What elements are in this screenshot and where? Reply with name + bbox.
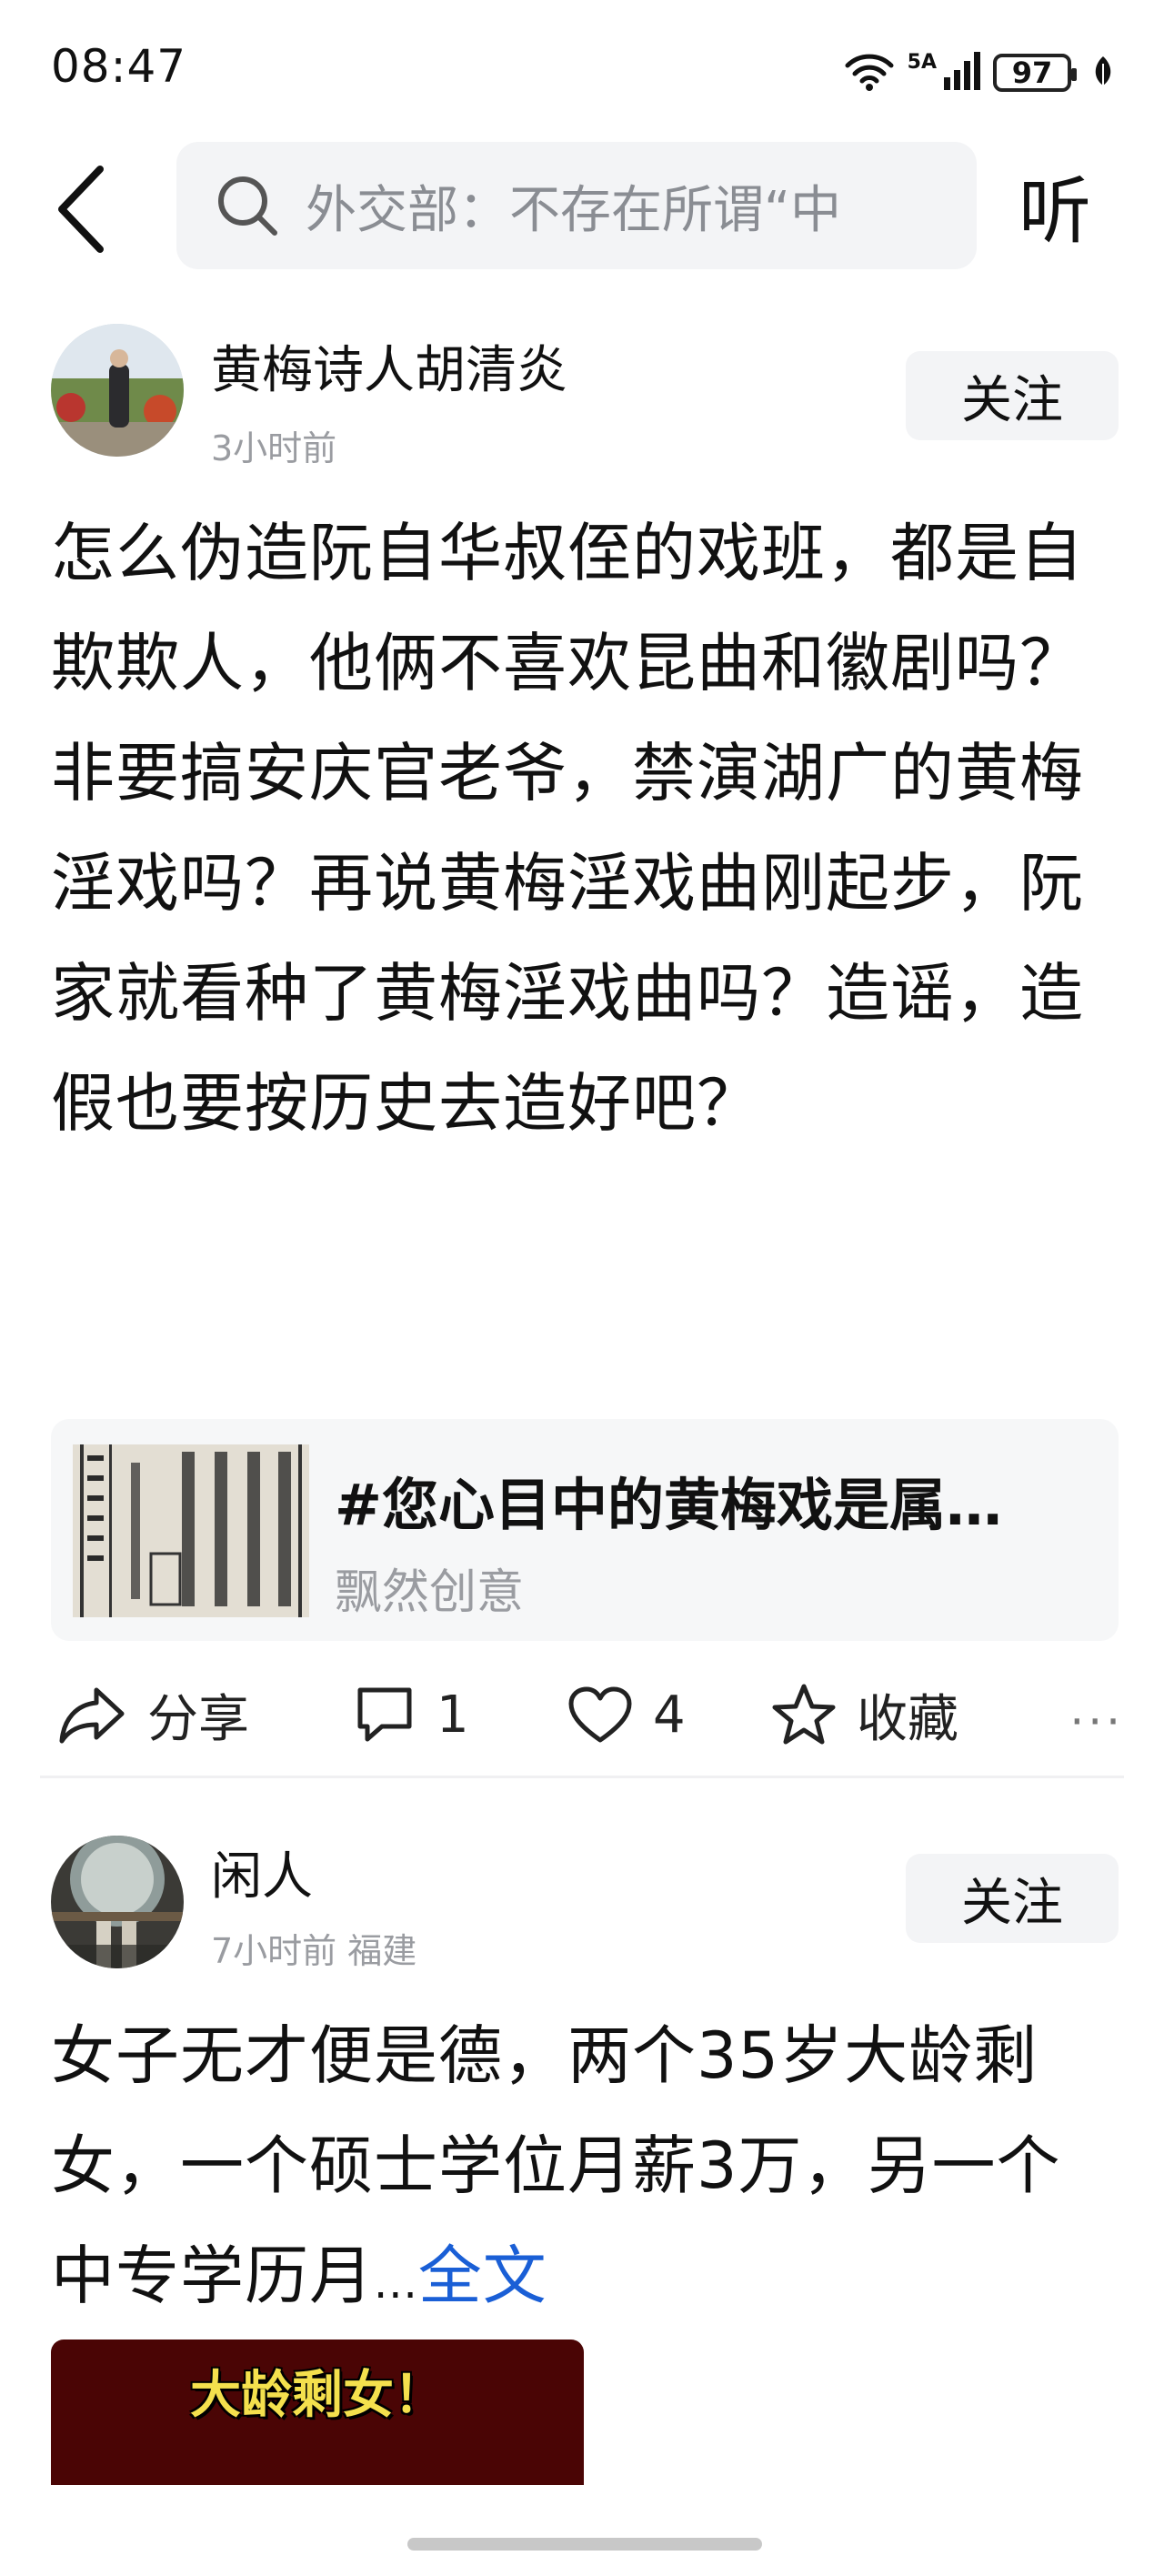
heart-icon [568, 1686, 632, 1743]
post-body[interactable]: 怎么伪造阮自华叔侄的戏班，都是自欺欺人，他俩不喜欢昆曲和徽剧吗？非要搞安庆官老爷… [51, 498, 1115, 1159]
topic-title: #您心目中的黄梅戏是属… [335, 1472, 1002, 1538]
video-caption: 大龄剩女！ [190, 2366, 445, 2425]
signal-icon [944, 52, 980, 94]
favorite-label: 收藏 [857, 1689, 958, 1749]
like-count: 4 [653, 1685, 686, 1745]
back-button[interactable] [44, 155, 116, 264]
search-input[interactable]: 外交部：不存在所谓“中 [176, 142, 977, 269]
post-ellipsis: ... [374, 2258, 418, 2309]
share-button[interactable]: 分享 [58, 1665, 249, 1765]
post-body-text: 女子无才便是德，两个35岁大龄剩女，一个硕士学位月薪3万，另一个中专学历月 [51, 2018, 1061, 2313]
chevron-left-icon [58, 166, 104, 253]
follow-button[interactable]: 关注 [906, 351, 1119, 440]
wifi-icon [844, 51, 895, 95]
avatar[interactable] [51, 1836, 184, 1968]
status-time: 08:47 [51, 40, 187, 93]
more-options-icon[interactable]: ··· [1069, 1696, 1124, 1748]
topic-source: 飘然创意 [335, 1565, 525, 1620]
author-name[interactable]: 黄梅诗人胡清炎 [211, 329, 567, 403]
battery-level: 97 [1011, 55, 1053, 90]
comment-button[interactable]: 1 [353, 1665, 469, 1765]
post-timestamp: 3小时前 [211, 428, 337, 468]
comment-count: 1 [436, 1685, 469, 1745]
battery-icon: 97 [993, 54, 1077, 92]
video-thumbnail[interactable]: 大龄剩女！ [51, 2340, 584, 2485]
search-icon [218, 176, 277, 236]
share-icon [59, 1687, 125, 1744]
status-icons: 5A 97 [844, 45, 1113, 100]
share-label: 分享 [147, 1689, 249, 1749]
search-placeholder: 外交部：不存在所谓“中 [306, 180, 842, 240]
listen-button[interactable]: 听 [1018, 153, 1091, 258]
topic-thumbnail [73, 1444, 309, 1617]
full-text-link[interactable]: 全文 [418, 2239, 547, 2313]
follow-button[interactable]: 关注 [906, 1854, 1119, 1943]
leaf-icon [1093, 55, 1113, 91]
post-body[interactable]: 女子无才便是德，两个35岁大龄剩女，一个硕士学位月薪3万，另一个中专学历月...… [51, 2001, 1115, 2339]
status-bar: 08:47 5A 97 [0, 0, 1164, 136]
post-timestamp: 7小时前 福建 [211, 1931, 417, 1971]
action-bar: 分享 1 4 收藏 ··· [51, 1665, 1124, 1765]
post-divider [40, 1776, 1124, 1778]
star-icon [772, 1684, 836, 1745]
author-name[interactable]: 闲人 [211, 1836, 313, 1909]
avatar[interactable] [51, 324, 184, 457]
like-button[interactable]: 4 [567, 1665, 686, 1765]
network-type: 5A [907, 50, 937, 74]
home-indicator[interactable] [407, 2538, 762, 2551]
favorite-button[interactable]: 收藏 [771, 1665, 958, 1765]
comment-icon [357, 1687, 412, 1742]
topic-card[interactable]: #您心目中的黄梅戏是属… 飘然创意 [51, 1419, 1119, 1641]
